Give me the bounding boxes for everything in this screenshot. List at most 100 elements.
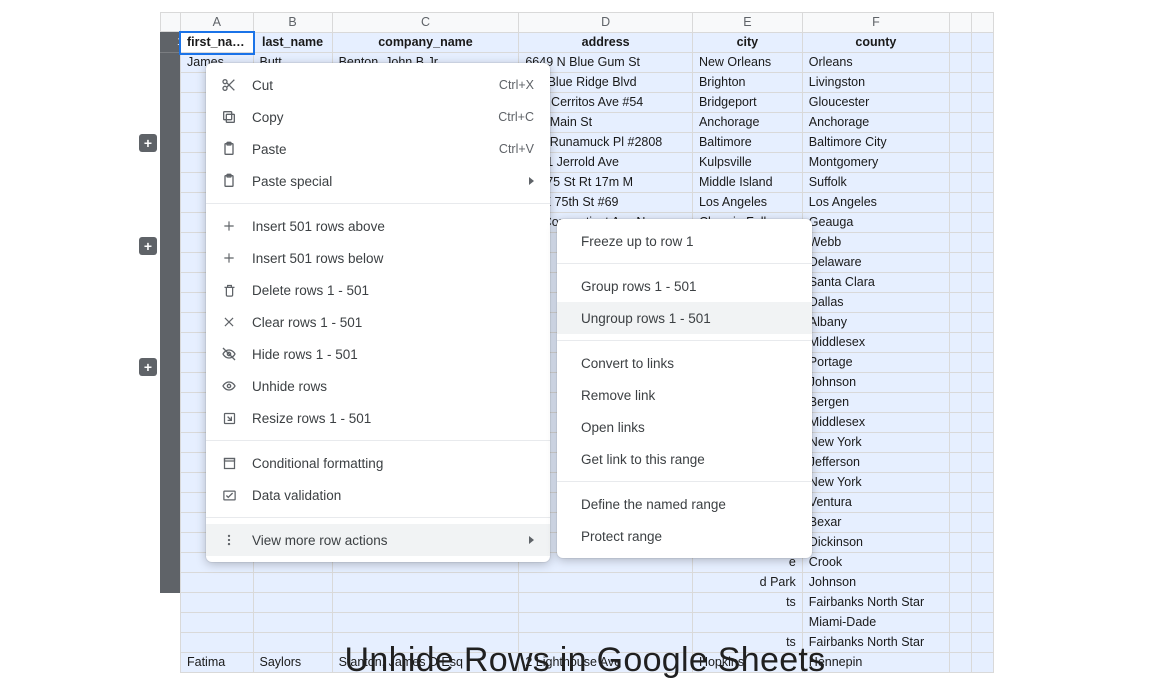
- column-header[interactable]: E: [692, 13, 802, 33]
- data-cell[interactable]: [971, 113, 993, 133]
- header-cell[interactable]: [971, 33, 993, 53]
- data-cell[interactable]: [971, 93, 993, 113]
- menu-data-validation[interactable]: Data validation: [206, 479, 550, 511]
- data-cell[interactable]: [519, 573, 693, 593]
- data-cell[interactable]: d Park: [692, 573, 802, 593]
- menu-unhide-rows[interactable]: Unhide rows: [206, 370, 550, 402]
- data-cell[interactable]: [519, 593, 693, 613]
- data-cell[interactable]: Orleans: [802, 53, 949, 73]
- column-header[interactable]: C: [332, 13, 519, 33]
- data-cell[interactable]: Middlesex: [802, 413, 949, 433]
- menu-clear-rows[interactable]: Clear rows 1 - 501: [206, 306, 550, 338]
- data-cell[interactable]: [971, 493, 993, 513]
- header-cell[interactable]: first_name: [181, 33, 254, 53]
- data-cell[interactable]: [181, 573, 254, 593]
- data-cell[interactable]: ts: [692, 593, 802, 613]
- data-cell[interactable]: [971, 373, 993, 393]
- header-cell[interactable]: address: [519, 33, 693, 53]
- data-cell[interactable]: [950, 613, 972, 633]
- data-cell[interactable]: [971, 293, 993, 313]
- data-cell[interactable]: Jefferson: [802, 453, 949, 473]
- group-toggle-icon[interactable]: [139, 237, 157, 255]
- data-cell[interactable]: [950, 253, 972, 273]
- submenu-convert-links[interactable]: Convert to links: [557, 347, 812, 379]
- submenu-named-range[interactable]: Define the named range: [557, 488, 812, 520]
- data-cell[interactable]: Ventura: [802, 493, 949, 513]
- data-cell[interactable]: [519, 613, 693, 633]
- submenu-ungroup[interactable]: Ungroup rows 1 - 501: [557, 302, 812, 334]
- data-cell[interactable]: [253, 613, 332, 633]
- data-cell[interactable]: [971, 233, 993, 253]
- header-cell[interactable]: company_name: [332, 33, 519, 53]
- data-cell[interactable]: Suffolk: [802, 173, 949, 193]
- header-cell[interactable]: city: [692, 33, 802, 53]
- data-cell[interactable]: [950, 433, 972, 453]
- data-cell[interactable]: Los Angeles: [692, 193, 802, 213]
- data-cell[interactable]: [950, 513, 972, 533]
- column-header[interactable]: B: [253, 13, 332, 33]
- data-cell[interactable]: Gloucester: [802, 93, 949, 113]
- data-cell[interactable]: [971, 273, 993, 293]
- data-cell[interactable]: [950, 293, 972, 313]
- data-cell[interactable]: Johnson: [802, 373, 949, 393]
- data-cell[interactable]: [950, 153, 972, 173]
- data-cell[interactable]: [971, 153, 993, 173]
- data-cell[interactable]: Bexar: [802, 513, 949, 533]
- data-cell[interactable]: [950, 553, 972, 573]
- column-header[interactable]: [971, 13, 993, 33]
- data-cell[interactable]: [971, 413, 993, 433]
- submenu-remove-link[interactable]: Remove link: [557, 379, 812, 411]
- data-cell[interactable]: [971, 53, 993, 73]
- data-cell[interactable]: Anchorage: [692, 113, 802, 133]
- data-cell[interactable]: [950, 53, 972, 73]
- data-cell[interactable]: [950, 313, 972, 333]
- data-cell[interactable]: [332, 593, 519, 613]
- menu-copy[interactable]: Copy Ctrl+C: [206, 101, 550, 133]
- menu-insert-above[interactable]: Insert 501 rows above: [206, 210, 550, 242]
- data-cell[interactable]: [971, 173, 993, 193]
- menu-conditional-formatting[interactable]: Conditional formatting: [206, 447, 550, 479]
- data-cell[interactable]: [950, 233, 972, 253]
- data-cell[interactable]: Albany: [802, 313, 949, 333]
- data-cell[interactable]: [253, 593, 332, 613]
- data-cell[interactable]: [971, 593, 993, 613]
- data-cell[interactable]: Webb: [802, 233, 949, 253]
- data-cell[interactable]: [692, 613, 802, 633]
- data-cell[interactable]: Brighton: [692, 73, 802, 93]
- data-cell[interactable]: [950, 473, 972, 493]
- group-toggle-icon[interactable]: [139, 358, 157, 376]
- data-cell[interactable]: Johnson: [802, 573, 949, 593]
- column-header[interactable]: D: [519, 13, 693, 33]
- data-cell[interactable]: Santa Clara: [802, 273, 949, 293]
- data-cell[interactable]: [950, 273, 972, 293]
- data-cell[interactable]: [181, 593, 254, 613]
- data-cell[interactable]: [950, 373, 972, 393]
- data-cell[interactable]: [950, 493, 972, 513]
- data-cell[interactable]: [950, 573, 972, 593]
- data-cell[interactable]: Bergen: [802, 393, 949, 413]
- data-cell[interactable]: [971, 333, 993, 353]
- menu-delete-rows[interactable]: Delete rows 1 - 501: [206, 274, 550, 306]
- data-cell[interactable]: [950, 133, 972, 153]
- data-cell[interactable]: [950, 353, 972, 373]
- data-cell[interactable]: Geauga: [802, 213, 949, 233]
- data-cell[interactable]: Portage: [802, 353, 949, 373]
- menu-view-more-row-actions[interactable]: View more row actions: [206, 524, 550, 556]
- data-cell[interactable]: [971, 453, 993, 473]
- data-cell[interactable]: Middlesex: [802, 333, 949, 353]
- data-cell[interactable]: [971, 193, 993, 213]
- data-cell[interactable]: Miami-Dade: [802, 613, 949, 633]
- data-cell[interactable]: [950, 333, 972, 353]
- header-cell[interactable]: [950, 33, 972, 53]
- submenu-get-link[interactable]: Get link to this range: [557, 443, 812, 475]
- data-cell[interactable]: Montgomery: [802, 153, 949, 173]
- data-cell[interactable]: Los Angeles: [802, 193, 949, 213]
- data-cell[interactable]: [332, 613, 519, 633]
- data-cell[interactable]: Kulpsville: [692, 153, 802, 173]
- data-cell[interactable]: New York: [802, 433, 949, 453]
- data-cell[interactable]: Anchorage: [802, 113, 949, 133]
- data-cell[interactable]: [950, 413, 972, 433]
- data-cell[interactable]: [950, 193, 972, 213]
- data-cell[interactable]: Dallas: [802, 293, 949, 313]
- data-cell[interactable]: Crook: [802, 553, 949, 573]
